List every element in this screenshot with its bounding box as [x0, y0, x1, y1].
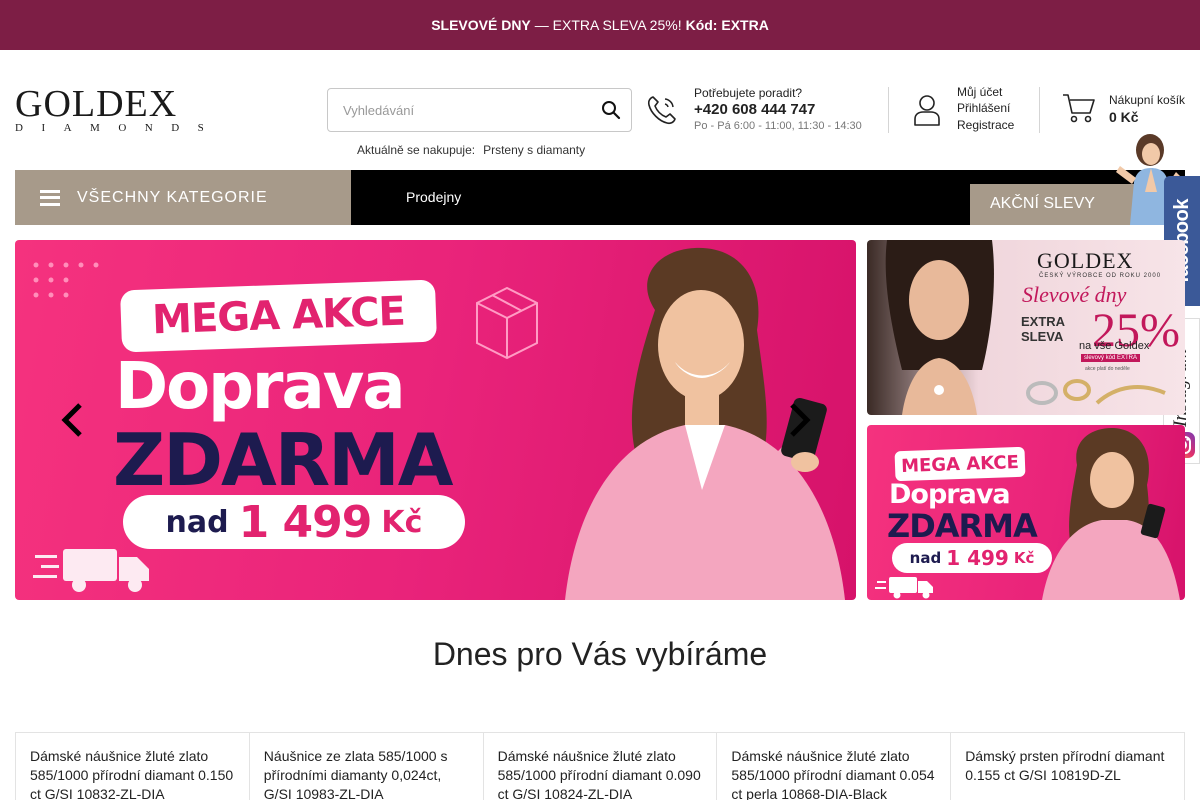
- side-banner-shipping[interactable]: MEGA AKCE Doprava ZDARMA nad 1 499 Kč: [867, 425, 1185, 600]
- carousel-next-button[interactable]: [788, 402, 812, 438]
- woman-jewelry-image: [885, 240, 994, 415]
- product-list: Dámské náušnice žluté zlato 585/1000 pří…: [15, 732, 1185, 800]
- promo-code: Kód: EXTRA: [685, 17, 769, 33]
- side-banner-validity: akce platí do neděle: [1085, 366, 1130, 372]
- account-menu: Můj účet Přihlášení Registrace: [912, 85, 1032, 135]
- side-banner-code: slevový kód EXTRA: [1081, 354, 1141, 362]
- nav-item-stores[interactable]: Prodejny: [406, 189, 461, 205]
- search-icon: [602, 101, 621, 120]
- register-link[interactable]: Registrace: [957, 118, 1014, 132]
- search-input[interactable]: [328, 89, 591, 131]
- current-shopping-label: Aktuálně se nakupuje:: [357, 143, 476, 157]
- truck-icon: [875, 577, 933, 599]
- product-card[interactable]: Náušnice ze zlata 585/1000 s přírodními …: [250, 733, 484, 800]
- banner-tag: MEGA AKCE: [120, 279, 437, 353]
- product-card[interactable]: Dámské náušnice žluté zlato 585/1000 pří…: [484, 733, 718, 800]
- truck-icon: [33, 549, 149, 592]
- search-button[interactable]: [591, 89, 631, 131]
- section-title: Dnes pro Vás vybíráme: [432, 636, 768, 672]
- logo-wordmark: GOLDEX: [15, 83, 178, 125]
- banner-line2: ZDARMA: [113, 418, 454, 502]
- phone-hours: Po - Pá 6:00 - 11:00, 11:30 - 14:30: [694, 120, 862, 132]
- search-box: [327, 88, 632, 132]
- divider: [1039, 87, 1040, 133]
- phone-contact: Potřebujete poradit? +420 608 444 747 Po…: [645, 85, 885, 135]
- current-shopping-link[interactable]: Prsteny s diamanty: [483, 143, 585, 157]
- cart-total: 0 Kč: [1109, 109, 1139, 125]
- side-banner-tag: MEGA AKCE: [894, 446, 1026, 482]
- woman-with-phone-image: [1042, 427, 1180, 600]
- user-icon: [914, 95, 940, 126]
- product-card[interactable]: Dámské náušnice žluté zlato 585/1000 pří…: [717, 733, 952, 800]
- side-banner-extra: EXTRA SLEVA: [1021, 314, 1066, 344]
- cart-label: Nákupní košík: [1109, 93, 1186, 107]
- side-banner-tagline: ČESKÝ VÝROBCE OD ROKU 2000: [1039, 273, 1162, 279]
- cart[interactable]: Nákupní košík 0 Kč: [1062, 88, 1192, 132]
- side-banner-sale[interactable]: GOLDEX ČESKÝ VÝROBCE OD ROKU 2000 Slevov…: [867, 240, 1185, 415]
- promo-bar[interactable]: SLEVOVÉ DNY — EXTRA SLEVA 25%! Kód: EXTR…: [0, 0, 1200, 50]
- logo[interactable]: GOLDEX DIAMONDS: [15, 85, 225, 135]
- side-banner-brand: GOLDEX: [1037, 248, 1134, 273]
- side-banner-threshold: nad 1 499 Kč: [892, 543, 1052, 573]
- login-link[interactable]: Přihlášení: [957, 101, 1010, 115]
- current-shopping: Aktuálně se nakupuje: Prsteny s diamanty: [357, 143, 585, 157]
- banner-line1: Doprava: [115, 350, 406, 424]
- phone-icon: [647, 96, 676, 125]
- divider: [888, 87, 889, 133]
- cart-icon: [1063, 94, 1095, 123]
- menu-icon: [40, 189, 60, 206]
- dots-decoration: [33, 262, 99, 298]
- phone-number[interactable]: +420 608 444 747: [694, 101, 815, 118]
- promo-text: — EXTRA SLEVA 25%!: [534, 17, 682, 33]
- carousel-prev-button[interactable]: [60, 402, 84, 438]
- account-title[interactable]: Můj účet: [957, 85, 1002, 99]
- main-banner[interactable]: MEGA AKCE Doprava ZDARMA nad 1 499 Kč: [15, 240, 856, 600]
- phone-label: Potřebujete poradit?: [694, 86, 803, 100]
- main-navigation: VŠECHNY KATEGORIE Prodejny AKČNÍ SLEVY: [15, 170, 1185, 225]
- side-banner-scope: na vše Goldex: [1079, 340, 1150, 352]
- side-banner-line2: ZDARMA: [887, 507, 1038, 545]
- side-banner-line1: Doprava: [889, 479, 1011, 510]
- banner-threshold: nad 1 499 Kč: [123, 495, 465, 549]
- all-categories-button[interactable]: VŠECHNY KATEGORIE: [15, 170, 351, 225]
- product-card[interactable]: Dámský prsten přírodní diamant 0.155 ct …: [951, 733, 1185, 800]
- logo-subtitle: DIAMONDS: [15, 122, 223, 134]
- product-card[interactable]: Dámské náušnice žluté zlato 585/1000 pří…: [16, 733, 250, 800]
- promo-highlight: SLEVOVÉ DNY: [431, 17, 531, 33]
- all-categories-label: VŠECHNY KATEGORIE: [77, 188, 268, 206]
